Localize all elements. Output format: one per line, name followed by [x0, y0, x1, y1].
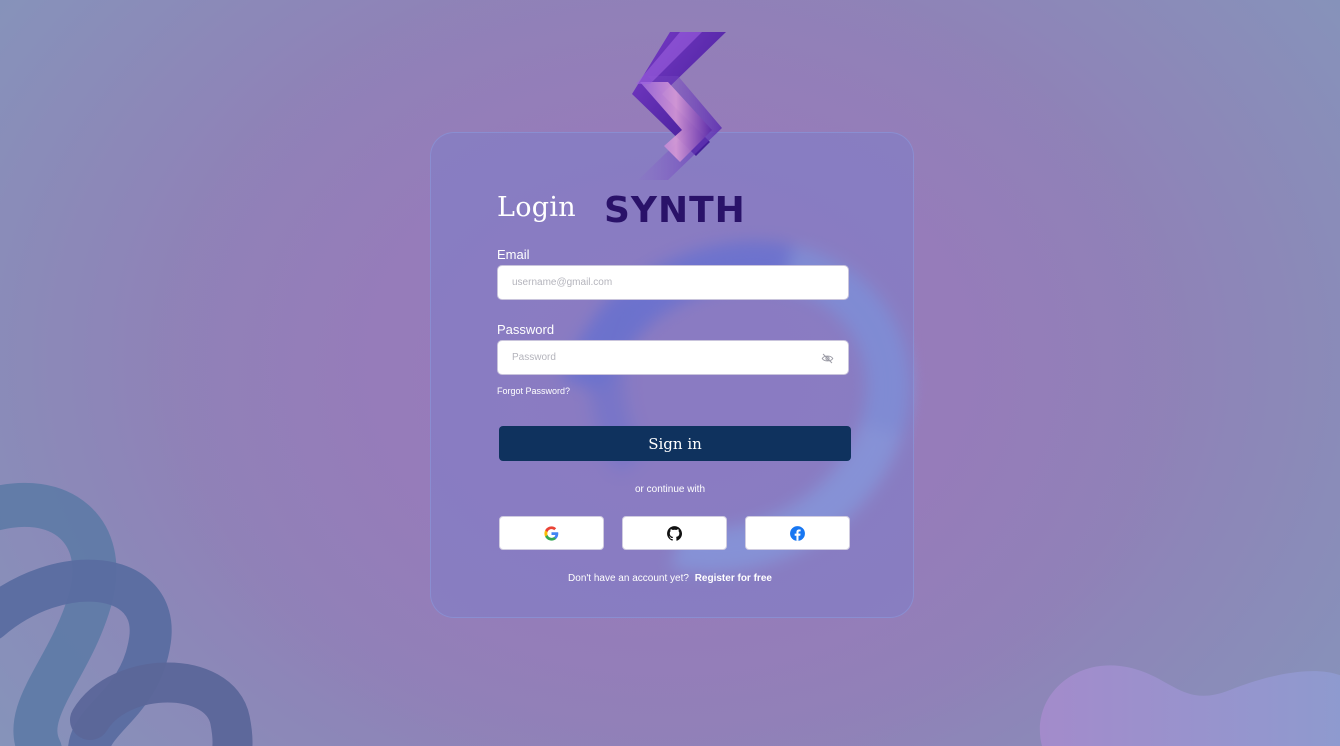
register-prompt: Don't have an account yet? Register for …	[0, 573, 1340, 584]
password-field-container	[497, 340, 849, 375]
or-continue-text: or continue with	[634, 484, 706, 495]
decorative-blob-right	[1040, 665, 1340, 746]
synth-s-logo-icon	[632, 32, 726, 180]
password-label: Password	[497, 322, 555, 337]
email-field-container	[497, 265, 849, 300]
background: Login SYNTH Email Password Forgot Passwo…	[0, 0, 1340, 746]
email-label: Email	[497, 247, 530, 262]
register-link[interactable]: Register for free	[695, 573, 772, 584]
brand-name: SYNTH	[604, 190, 746, 231]
eye-off-icon[interactable]	[821, 352, 834, 365]
facebook-icon	[790, 525, 805, 541]
github-login-button[interactable]	[622, 516, 727, 550]
github-icon	[667, 525, 683, 541]
signin-button[interactable]: Sign in	[499, 426, 851, 461]
email-field[interactable]	[512, 266, 812, 299]
no-account-text: Don't have an account yet?	[568, 573, 689, 584]
facebook-login-button[interactable]	[745, 516, 850, 550]
forgot-password-link[interactable]: Forgot Password?	[497, 386, 570, 396]
password-field[interactable]	[512, 341, 812, 374]
google-login-button[interactable]	[499, 516, 604, 550]
login-title: Login	[497, 192, 576, 223]
decorative-blob-left	[0, 482, 253, 746]
google-icon	[544, 525, 559, 541]
